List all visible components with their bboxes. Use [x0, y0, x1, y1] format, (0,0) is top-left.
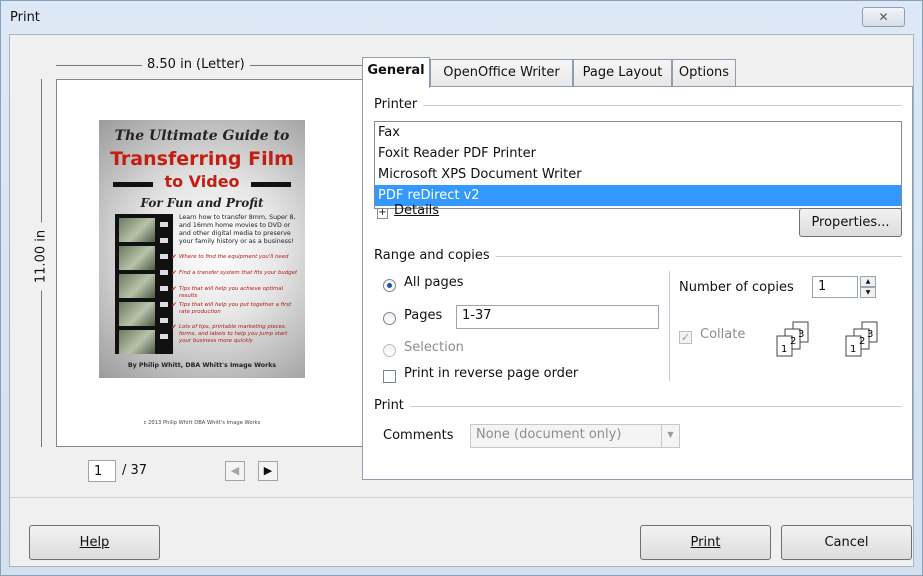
printer-option-foxit[interactable]: Foxit Reader PDF Printer — [375, 143, 901, 164]
svg-text:1: 1 — [850, 344, 856, 355]
printer-group-label: Printer — [374, 97, 424, 112]
page-height-label: 11.00 in — [33, 222, 49, 291]
reverse-order-checkbox[interactable] — [383, 370, 396, 383]
print-button[interactable]: Print — [640, 525, 771, 560]
copies-input[interactable]: 1 — [812, 276, 858, 298]
close-button[interactable]: ✕ — [862, 7, 905, 27]
svg-text:2: 2 — [790, 336, 796, 347]
printer-option-pdf-redirect[interactable]: PDF reDirect v2 — [375, 185, 901, 206]
page-copyright: c 2013 Philip Whitt DBA Whitt's Image Wo… — [143, 420, 261, 426]
comments-value: None (document only) — [476, 427, 622, 442]
printer-list[interactable]: Fax Foxit Reader PDF Printer Microsoft X… — [374, 121, 902, 209]
details-label[interactable]: Details — [394, 203, 439, 218]
collated-pages-icon: 1 2 3 — [776, 321, 809, 357]
collated-pages-icon: 1 2 3 — [845, 321, 878, 357]
all-pages-label[interactable]: All pages — [404, 275, 464, 290]
book-cover-image: The Ultimate Guide to Transferring Film … — [99, 120, 305, 378]
general-tab-panel: Printer Fax Foxit Reader PDF Printer Mic… — [362, 86, 913, 480]
collate-checkbox[interactable]: ✓ — [679, 331, 692, 344]
cover-bullet: ✔ Lots of tips, printable marketing piece… — [171, 323, 288, 345]
cover-title-line-3: to Video — [164, 172, 240, 191]
cover-title-line-4: For Fun and Profit — [140, 196, 264, 210]
title-bar: Print ✕ — [1, 1, 922, 33]
page-number-input[interactable]: 1 — [88, 460, 116, 482]
selection-radio[interactable] — [383, 344, 396, 357]
reverse-order-label[interactable]: Print in reverse page order — [404, 366, 578, 381]
all-pages-radio[interactable] — [383, 279, 396, 292]
arrow-right-icon: ▶ — [263, 464, 273, 477]
film-strip-image — [115, 214, 173, 354]
tab-openoffice-writer[interactable]: OpenOffice Writer — [430, 59, 573, 87]
page-width-label: 8.50 in (Letter) — [142, 57, 250, 72]
cover-bullet: ✔ Tips that will help you achieve optimal… — [171, 285, 284, 300]
tab-options[interactable]: Options — [672, 59, 736, 87]
next-page-button[interactable]: ▶ — [258, 461, 278, 481]
close-icon: ✕ — [878, 10, 889, 24]
svg-text:2: 2 — [859, 336, 865, 347]
details-expand-icon[interactable]: + — [377, 208, 388, 219]
page-preview: The Ultimate Guide to Transferring Film … — [56, 79, 378, 447]
cancel-button[interactable]: Cancel — [781, 525, 912, 560]
page-height-indicator: 11.00 in — [33, 79, 49, 447]
arrow-left-icon: ◀ — [230, 464, 240, 477]
cover-bullet: ✔ Find a transfer system that fits your b… — [171, 269, 298, 277]
svg-text:3: 3 — [798, 329, 804, 340]
cover-intro-text: Learn how to transfer 8mm, Super 8, and … — [179, 214, 296, 245]
copies-up-icon[interactable]: ▲ — [860, 276, 876, 287]
print-dialog: Print ✕ 8.50 in (Letter) 11.00 in The Ul… — [0, 0, 923, 576]
cover-bullet: ✔ Where to find the equipment you'll need — [171, 253, 289, 261]
collate-label[interactable]: Collate — [700, 327, 745, 342]
properties-button[interactable]: Properties... — [799, 208, 902, 237]
dropdown-arrow-icon: ▼ — [661, 425, 679, 447]
printer-option-xps[interactable]: Microsoft XPS Document Writer — [375, 164, 901, 185]
svg-text:3: 3 — [867, 329, 873, 340]
tab-page-layout[interactable]: Page Layout — [573, 59, 672, 87]
page-total: / 37 — [122, 463, 148, 478]
selection-label[interactable]: Selection — [404, 340, 464, 355]
range-copies-group-label: Range and copies — [374, 248, 496, 263]
pages-radio[interactable] — [383, 312, 396, 325]
help-button[interactable]: Help — [29, 525, 160, 560]
page-width-indicator: 8.50 in (Letter) — [56, 57, 378, 72]
copies-label: Number of copies — [679, 280, 794, 295]
dialog-title: Print — [10, 10, 40, 25]
print-group-label: Print — [374, 398, 410, 413]
cover-bullet: ✔ Tips that will help you put together a … — [171, 301, 292, 316]
tab-general[interactable]: General — [362, 57, 430, 88]
cover-title-line-1: The Ultimate Guide to — [114, 128, 290, 144]
svg-text:1: 1 — [781, 344, 787, 355]
comments-dropdown[interactable]: None (document only) ▼ — [470, 424, 680, 448]
pages-range-input[interactable]: 1-37 — [456, 305, 659, 329]
cover-title-line-2: Transferring Film — [110, 148, 294, 170]
cover-byline: By Philip Whitt, DBA Whitt's Image Works — [127, 362, 277, 369]
printer-option-fax[interactable]: Fax — [375, 122, 901, 143]
pages-label[interactable]: Pages — [404, 308, 442, 323]
copies-down-icon[interactable]: ▼ — [860, 287, 876, 298]
previous-page-button[interactable]: ◀ — [225, 461, 245, 481]
dialog-client-area: 8.50 in (Letter) 11.00 in The Ultimate G… — [9, 34, 914, 567]
comments-label: Comments — [383, 428, 454, 443]
